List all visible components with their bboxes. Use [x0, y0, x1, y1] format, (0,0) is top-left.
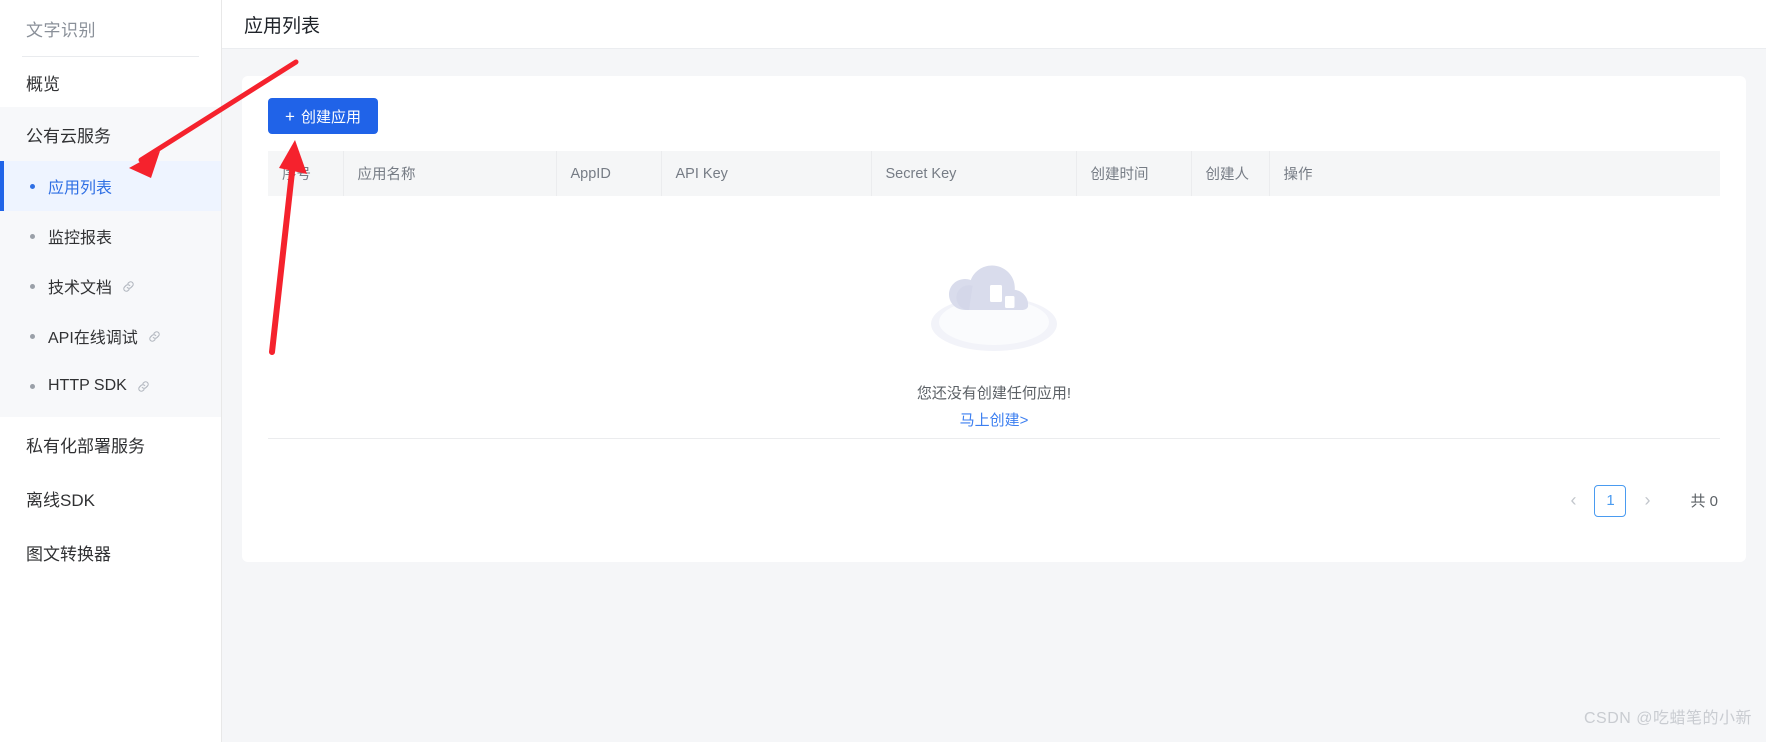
app-table: 序号 应用名称 AppID API Key Secret Key 创建时间 创建…	[268, 151, 1720, 196]
bullet-icon	[30, 383, 35, 389]
sidebar-item-tech-doc[interactable]: 技术文档	[0, 261, 221, 311]
sidebar-item-api-debug[interactable]: API在线调试	[0, 311, 221, 361]
sidebar-item-monitor-report[interactable]: 监控报表	[0, 211, 221, 261]
pagination-next-icon[interactable]: ›	[1638, 490, 1656, 511]
column-header-index[interactable]: 序号	[268, 151, 344, 196]
sidebar-group-title[interactable]: 公有云服务	[0, 107, 221, 161]
sidebar-item-app-list[interactable]: 应用列表	[0, 161, 221, 211]
empty-state: 您还没有创建任何应用! 马上创建>	[268, 196, 1720, 430]
app-table-header: 序号 应用名称 AppID API Key Secret Key 创建时间 创建…	[268, 151, 1720, 196]
sidebar-item-private-deploy[interactable]: 私有化部署服务	[0, 417, 221, 471]
column-header-create-time[interactable]: 创建时间	[1076, 151, 1192, 196]
sidebar-item-label: 私有化部署服务	[26, 436, 145, 456]
bullet-icon	[30, 283, 35, 289]
main-content: 应用列表 + 创建应用 序号 应用名称 AppID API Key Secret…	[222, 0, 1766, 742]
sidebar-item-label: 监控报表	[48, 230, 113, 247]
sidebar-item-label: HTTP SDK	[48, 377, 127, 394]
sidebar-item-label: 概览	[26, 74, 60, 94]
cloud-illustration-icon	[931, 265, 1057, 351]
sidebar-group-label: 公有云服务	[26, 126, 111, 146]
sidebar-item-http-sdk[interactable]: HTTP SDK	[0, 361, 221, 411]
app-list-card: + 创建应用 序号 应用名称 AppID API Key Secret Key …	[242, 76, 1746, 562]
column-header-api-key[interactable]: API Key	[661, 151, 872, 196]
sidebar-group-public-cloud: 公有云服务 应用列表 监控报表 技术文档 API在线调试 HTTP SDK	[0, 107, 221, 417]
column-header-creator[interactable]: 创建人	[1191, 151, 1270, 196]
bullet-icon	[30, 183, 35, 189]
bullet-icon	[30, 333, 35, 339]
create-app-button[interactable]: + 创建应用	[268, 98, 378, 134]
sidebar-item-image-text-converter[interactable]: 图文转换器	[0, 525, 221, 579]
column-header-secret-key[interactable]: Secret Key	[871, 151, 1077, 196]
empty-state-message: 您还没有创建任何应用!	[916, 385, 1072, 402]
plus-icon: +	[285, 106, 295, 126]
pagination: ‹ 1 › 共 0	[1564, 484, 1720, 517]
sidebar-item-label: 图文转换器	[26, 544, 111, 564]
link-icon	[121, 279, 136, 294]
sidebar-item-label: API在线调试	[48, 330, 138, 347]
watermark: CSDN @吃蜡笔的小新	[1583, 710, 1752, 727]
pagination-prev-icon[interactable]: ‹	[1564, 490, 1582, 511]
table-header-row: 序号 应用名称 AppID API Key Secret Key 创建时间 创建…	[268, 151, 1720, 196]
column-header-actions[interactable]: 操作	[1269, 151, 1720, 196]
bullet-icon	[30, 233, 35, 239]
pagination-total: 共 0	[1690, 493, 1718, 510]
page-header: 应用列表	[222, 0, 1766, 49]
sidebar-item-overview[interactable]: 概览	[0, 57, 221, 107]
table-footer: ‹ 1 › 共 0	[268, 438, 1720, 562]
create-app-label: 创建应用	[300, 108, 361, 126]
sidebar-item-label: 应用列表	[48, 180, 113, 197]
page-title: 应用列表	[244, 15, 321, 37]
application-window: 文字识别 概览 公有云服务 应用列表 监控报表 技术文档 API在线调试 HTT…	[0, 0, 1766, 742]
column-header-app-name[interactable]: 应用名称	[343, 151, 557, 196]
column-header-appid[interactable]: AppID	[556, 151, 662, 196]
sidebar-item-label: 技术文档	[48, 280, 113, 297]
sidebar-item-offline-sdk[interactable]: 离线SDK	[0, 471, 221, 525]
content-area: + 创建应用 序号 应用名称 AppID API Key Secret Key …	[222, 49, 1766, 742]
link-icon	[136, 379, 151, 394]
pagination-page-1[interactable]: 1	[1594, 484, 1627, 517]
sidebar: 文字识别 概览 公有云服务 应用列表 监控报表 技术文档 API在线调试 HTT…	[0, 0, 222, 742]
create-now-link[interactable]: 马上创建>	[960, 409, 1029, 430]
sidebar-item-label: 离线SDK	[26, 490, 95, 510]
link-icon	[147, 329, 162, 344]
sidebar-title: 文字识别	[26, 20, 96, 40]
